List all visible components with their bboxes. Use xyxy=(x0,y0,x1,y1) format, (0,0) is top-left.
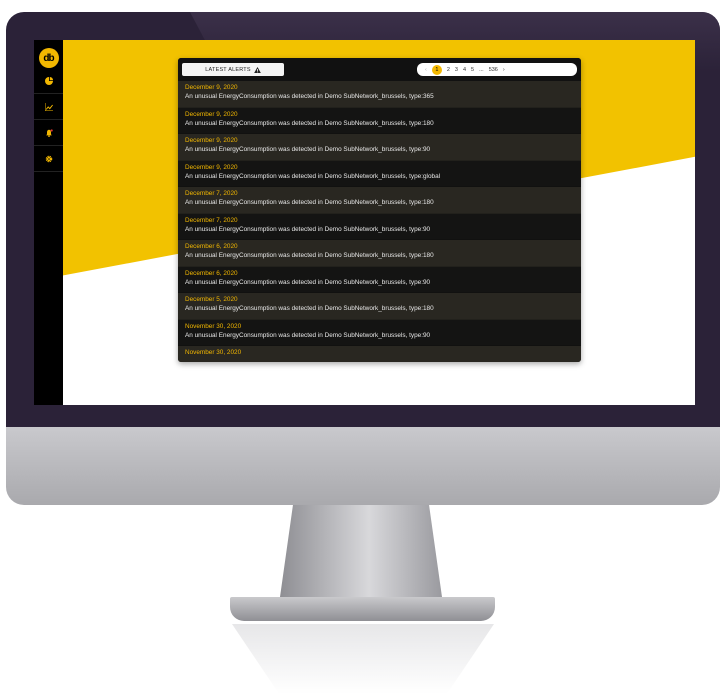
alert-message: An unusual EnergyConsumption was detecte… xyxy=(185,119,434,127)
alert-item[interactable]: December 9, 2020 An unusual EnergyConsum… xyxy=(178,160,581,187)
alert-message: An unusual EnergyConsumption was detecte… xyxy=(185,278,431,286)
page-2-button[interactable]: 2 xyxy=(447,67,450,73)
alert-message: An unusual EnergyConsumption was detecte… xyxy=(185,225,431,233)
monitor-stand-neck xyxy=(280,505,442,597)
alert-message: An unusual EnergyConsumption was detecte… xyxy=(185,305,434,312)
sidebar-item-settings[interactable] xyxy=(34,146,63,172)
alert-message: An unusual EnergyConsumption was detecte… xyxy=(185,93,434,100)
pagination: ‹ 1 2 3 4 5 ... 536 › xyxy=(417,63,577,76)
alert-item[interactable]: December 9, 2020 An unusual EnergyConsum… xyxy=(178,134,581,161)
sidebar: db xyxy=(34,40,63,405)
latest-alerts-button[interactable]: LATEST ALERTS xyxy=(182,63,284,76)
alert-item[interactable]: December 5, 2020 An unusual EnergyConsum… xyxy=(178,293,581,320)
alert-date: December 7, 2020 xyxy=(185,190,238,197)
pie-chart-icon xyxy=(44,76,53,85)
alert-message: An unusual EnergyConsumption was detecte… xyxy=(185,172,441,180)
screen: db LATEST ALERTS ‹ 1 2 3 4 5 ... 536 › D… xyxy=(34,40,695,405)
page-3-button[interactable]: 3 xyxy=(455,67,458,73)
alert-message: An unusual EnergyConsumption was detecte… xyxy=(185,146,431,153)
page-1-button[interactable]: 1 xyxy=(431,64,442,75)
sidebar-item-alerts[interactable] xyxy=(34,120,63,146)
page-ellipsis: ... xyxy=(479,66,484,73)
gear-icon xyxy=(45,155,52,162)
alert-date: December 7, 2020 xyxy=(185,216,238,224)
next-page-button[interactable]: › xyxy=(503,67,505,73)
alert-item[interactable]: December 7, 2020 An unusual EnergyConsum… xyxy=(178,213,581,240)
alert-item[interactable]: November 30, 2020 xyxy=(178,346,581,362)
alert-date: December 9, 2020 xyxy=(185,137,238,144)
alert-message: An unusual EnergyConsumption was detecte… xyxy=(185,199,434,206)
alert-date: December 9, 2020 xyxy=(185,163,238,171)
sidebar-item-analytics[interactable] xyxy=(34,94,63,120)
alert-date: December 9, 2020 xyxy=(185,84,238,91)
alert-item[interactable]: December 6, 2020 An unusual EnergyConsum… xyxy=(178,266,581,293)
latest-alerts-label: LATEST ALERTS xyxy=(205,66,251,73)
alert-message: An unusual EnergyConsumption was detecte… xyxy=(185,252,434,259)
alert-date: December 9, 2020 xyxy=(185,110,238,118)
alerts-panel-header: LATEST ALERTS ‹ 1 2 3 4 5 ... 536 › xyxy=(178,58,581,81)
alert-message: An unusual EnergyConsumption was detecte… xyxy=(185,331,431,339)
bell-icon xyxy=(45,128,53,137)
warning-icon xyxy=(253,66,261,73)
monitor-chin xyxy=(6,427,720,505)
stand-reflection xyxy=(232,624,494,694)
alerts-panel: LATEST ALERTS ‹ 1 2 3 4 5 ... 536 › Dece… xyxy=(178,58,581,362)
alert-item[interactable]: December 9, 2020 An unusual EnergyConsum… xyxy=(178,81,581,108)
page-4-button[interactable]: 4 xyxy=(463,67,466,73)
alert-item[interactable]: December 7, 2020 An unusual EnergyConsum… xyxy=(178,187,581,214)
last-page-button[interactable]: 536 xyxy=(489,67,498,73)
line-chart-icon xyxy=(44,102,53,111)
alert-list: December 9, 2020 An unusual EnergyConsum… xyxy=(178,81,581,362)
logo[interactable]: db xyxy=(38,48,59,68)
alert-item[interactable]: December 9, 2020 An unusual EnergyConsum… xyxy=(178,107,581,134)
alert-date: December 6, 2020 xyxy=(185,243,238,250)
sidebar-item-dashboard[interactable] xyxy=(34,68,63,94)
alert-date: December 6, 2020 xyxy=(185,269,238,277)
alert-item[interactable]: November 30, 2020 An unusual EnergyConsu… xyxy=(178,319,581,346)
alert-date: November 30, 2020 xyxy=(185,322,242,330)
alert-date: December 5, 2020 xyxy=(185,296,238,303)
alert-date: November 30, 2020 xyxy=(185,349,242,356)
page-5-button[interactable]: 5 xyxy=(471,67,474,73)
monitor-stand-base xyxy=(230,597,495,621)
alert-item[interactable]: December 6, 2020 An unusual EnergyConsum… xyxy=(178,240,581,267)
prev-page-button[interactable]: ‹ xyxy=(425,67,427,73)
